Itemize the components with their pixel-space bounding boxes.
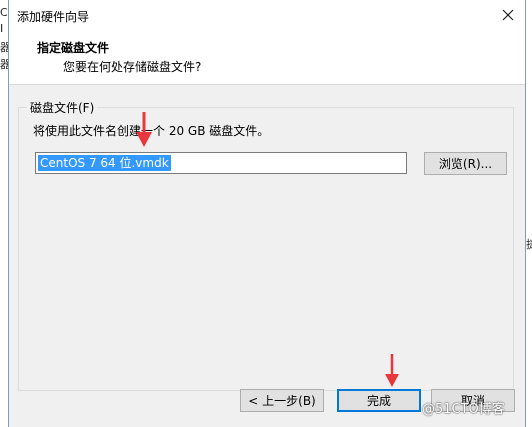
finish-button[interactable]: 完成 — [337, 389, 421, 412]
annotation-arrow-icon — [136, 112, 152, 147]
disk-file-group: 磁盘文件(F) 将使用此文件名创建一个 20 GB 磁盘文件。 CentOS 7… — [18, 99, 514, 391]
annotation-arrow-icon — [385, 354, 399, 387]
back-button[interactable]: < 上一步(B) — [240, 389, 324, 412]
disk-file-input[interactable]: CentOS 7 64 位.vmdk — [35, 152, 407, 174]
background-text: 捷 — [526, 238, 532, 251]
browse-button[interactable]: 浏览(R)... — [424, 152, 507, 175]
watermark: @51CTO博客 — [422, 402, 505, 417]
window-title: 添加硬件向导 — [17, 10, 90, 24]
close-button[interactable] — [497, 4, 519, 26]
add-hardware-wizard-dialog: 添加硬件向导 指定磁盘文件 您要在何处存储磁盘文件? 磁盘文件(F) 将使用此文… — [8, 0, 526, 427]
background-text: C — [0, 6, 8, 19]
wizard-header: 指定磁盘文件 您要在何处存储磁盘文件? — [9, 30, 525, 85]
page-title: 指定磁盘文件 — [37, 41, 110, 55]
background-text: I — [0, 22, 4, 35]
group-label: 磁盘文件(F) — [27, 99, 98, 116]
title-bar: 添加硬件向导 — [9, 0, 525, 30]
close-icon — [502, 9, 514, 21]
page-subtitle: 您要在何处存储磁盘文件? — [63, 60, 202, 74]
disk-file-value: CentOS 7 64 位.vmdk — [38, 155, 171, 171]
